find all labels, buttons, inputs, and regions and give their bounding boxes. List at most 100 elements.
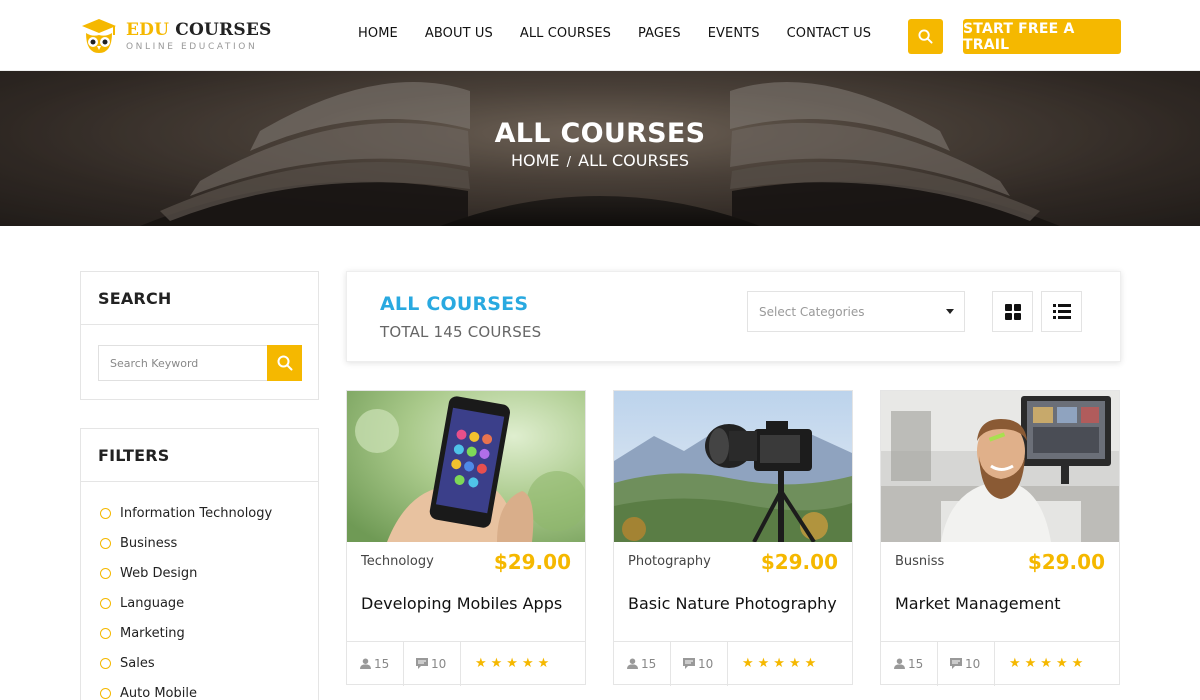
filter-label: Business <box>120 535 178 551</box>
radio-circle-icon <box>100 537 111 549</box>
filters-panel-title: FILTERS <box>81 429 318 482</box>
comment-icon <box>416 658 428 669</box>
radio-circle-icon <box>100 657 111 669</box>
course-category: Photography <box>628 554 711 569</box>
students-value: 15 <box>908 656 924 671</box>
breadcrumb-home[interactable]: HOME <box>511 151 560 170</box>
course-price: $29.00 <box>493 550 571 574</box>
main-nav: HOME ABOUT US ALL COURSES PAGES EVENTS C… <box>358 26 898 41</box>
rating-stars: ★★★★★ <box>1009 656 1088 671</box>
filter-item[interactable]: Information Technology <box>100 498 318 528</box>
header-search-button[interactable] <box>908 19 943 54</box>
list-icon <box>1052 304 1071 319</box>
course-image-office[interactable] <box>881 391 1119 542</box>
breadcrumb-separator: / <box>566 155 572 170</box>
students-count: 15 <box>614 641 671 686</box>
search-keyword-input[interactable] <box>98 345 267 381</box>
filter-item[interactable]: Business <box>100 528 318 558</box>
user-icon <box>627 658 638 669</box>
comments-value: 10 <box>965 656 981 671</box>
filter-list: Information Technology Business Web Desi… <box>81 482 318 700</box>
comments-count: 10 <box>938 641 995 686</box>
students-count: 15 <box>347 641 404 686</box>
keyword-search <box>98 345 302 381</box>
filter-item[interactable]: Auto Mobile <box>100 678 318 700</box>
grid-view-button[interactable] <box>992 291 1033 332</box>
course-image-phone[interactable] <box>347 391 585 542</box>
nav-home[interactable]: HOME <box>358 26 398 41</box>
radio-circle-icon <box>100 597 111 609</box>
page-hero: ALL COURSES HOME / ALL COURSES <box>0 71 1200 226</box>
filter-label: Sales <box>120 655 155 671</box>
filter-label: Information Technology <box>120 505 273 521</box>
filter-label: Auto Mobile <box>120 685 197 700</box>
course-title[interactable]: Developing Mobiles Apps <box>361 594 562 613</box>
start-free-trial-button[interactable]: START FREE A TRAIL <box>963 19 1121 54</box>
nav-contact-us[interactable]: CONTACT US <box>787 26 872 41</box>
course-meta: 15 10 ★★★★★ <box>881 641 1119 686</box>
course-price: $29.00 <box>1027 550 1105 574</box>
filter-label: Language <box>120 595 185 611</box>
students-value: 15 <box>641 656 657 671</box>
courses-total: TOTAL 145 COURSES <box>380 323 542 341</box>
comments-value: 10 <box>431 656 447 671</box>
site-logo[interactable]: EDU COURSES ONLINE EDUCATION <box>80 16 271 56</box>
course-title[interactable]: Basic Nature Photography <box>628 594 837 613</box>
nav-all-courses[interactable]: ALL COURSES <box>520 26 611 41</box>
radio-circle-icon <box>100 687 111 699</box>
courses-toolbar: ALL COURSES TOTAL 145 COURSES Select Cat… <box>346 271 1121 362</box>
comment-icon <box>950 658 962 669</box>
filter-item[interactable]: Web Design <box>100 558 318 588</box>
page-title: ALL COURSES <box>494 118 706 149</box>
filter-label: Web Design <box>120 565 198 581</box>
course-card[interactable]: Technology $29.00 Developing Mobiles App… <box>346 390 586 686</box>
rating-stars: ★★★★★ <box>475 656 554 671</box>
brand-name: EDU COURSES <box>126 20 271 40</box>
grid-icon <box>1004 303 1021 320</box>
comment-icon <box>683 658 695 669</box>
radio-circle-icon <box>100 627 111 639</box>
brand-name-part1: EDU <box>126 19 170 40</box>
course-card[interactable]: Photography $29.00 Basic Nature Photogra… <box>613 390 853 686</box>
comments-count: 10 <box>404 641 461 686</box>
site-header: EDU COURSES ONLINE EDUCATION HOME ABOUT … <box>0 0 1200 71</box>
course-category: Busniss <box>895 554 945 569</box>
nav-events[interactable]: EVENTS <box>708 26 760 41</box>
filter-item[interactable]: Marketing <box>100 618 318 648</box>
search-icon <box>918 29 933 44</box>
logo-text: EDU COURSES ONLINE EDUCATION <box>126 20 271 53</box>
owl-logo-icon <box>80 17 118 55</box>
user-icon <box>894 658 905 669</box>
category-select-value: Select Categories <box>759 304 865 319</box>
filter-item[interactable]: Sales <box>100 648 318 678</box>
nav-pages[interactable]: PAGES <box>638 26 681 41</box>
course-image-camera[interactable] <box>614 391 852 542</box>
comments-count: 10 <box>671 641 728 686</box>
course-card[interactable]: Busniss $29.00 Market Management 15 10 ★… <box>880 390 1120 686</box>
rating-stars: ★★★★★ <box>742 656 821 671</box>
course-meta: 15 10 ★★★★★ <box>347 641 585 686</box>
user-icon <box>360 658 371 669</box>
sidebar-search-panel: SEARCH <box>80 271 319 400</box>
course-price: $29.00 <box>760 550 838 574</box>
courses-heading: ALL COURSES <box>380 293 529 315</box>
course-title[interactable]: Market Management <box>895 594 1060 613</box>
filter-item[interactable]: Language <box>100 588 318 618</box>
radio-circle-icon <box>100 567 111 579</box>
caret-down-icon <box>946 309 954 314</box>
filter-label: Marketing <box>120 625 185 641</box>
nav-about-us[interactable]: ABOUT US <box>425 26 493 41</box>
course-category: Technology <box>361 554 434 569</box>
list-view-button[interactable] <box>1041 291 1082 332</box>
search-icon <box>277 355 292 371</box>
breadcrumb: HOME / ALL COURSES <box>0 151 1200 170</box>
search-panel-title: SEARCH <box>81 272 318 325</box>
students-count: 15 <box>881 641 938 686</box>
comments-value: 10 <box>698 656 714 671</box>
brand-name-part2: COURSES <box>175 19 272 40</box>
course-meta: 15 10 ★★★★★ <box>614 641 852 686</box>
keyword-search-button[interactable] <box>267 345 302 381</box>
brand-tagline: ONLINE EDUCATION <box>126 41 258 52</box>
category-select[interactable]: Select Categories <box>747 291 965 332</box>
students-value: 15 <box>374 656 390 671</box>
